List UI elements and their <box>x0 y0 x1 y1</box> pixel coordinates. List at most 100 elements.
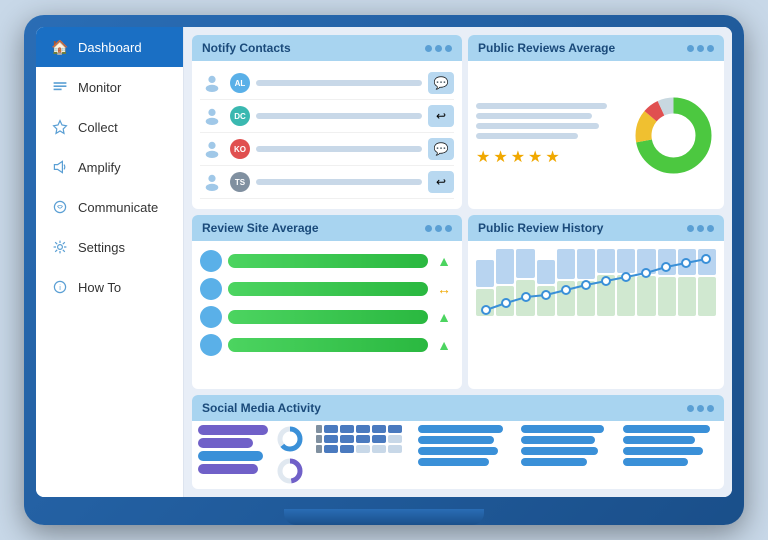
contact-row: AL 💬 <box>200 67 454 100</box>
grid-label <box>316 425 322 433</box>
badge-ts: TS <box>230 172 250 192</box>
reviews-left: ★ ★ ★ ★ ★ <box>476 103 621 167</box>
review-site-avg-card: Review Site Average ▲ <box>192 215 462 389</box>
grid-row <box>316 435 402 443</box>
dot <box>687 405 694 412</box>
screen: 🏠 Dashboard Monitor Collect Amplify <box>36 27 732 497</box>
bar-row-1: ▲ <box>200 247 454 275</box>
star-2: ★ <box>493 147 507 167</box>
soc-lines-col3 <box>623 425 718 466</box>
soc-line <box>623 458 687 466</box>
badge-al: AL <box>230 73 250 93</box>
notify-contacts-card: Notify Contacts AL <box>192 35 462 209</box>
grid-cell <box>324 435 338 443</box>
dot <box>435 225 442 232</box>
communicate-icon <box>50 197 70 217</box>
social-media-body <box>192 421 724 489</box>
review-site-avg-body: ▲ ↔ ▲ <box>192 241 462 389</box>
public-review-history-header: Public Review History <box>468 215 724 241</box>
soc-line <box>623 447 703 455</box>
soc-line <box>418 447 498 455</box>
contact-action-al[interactable]: 💬 <box>428 72 454 94</box>
trend-up-icon-2: ▲ <box>434 307 454 327</box>
sidebar-item-howto[interactable]: i How To <box>36 267 183 307</box>
trend-up-icon-3: ▲ <box>434 335 454 355</box>
dot <box>425 225 432 232</box>
grid-cell <box>388 445 402 453</box>
grid-row <box>316 445 402 453</box>
review-line <box>476 123 599 129</box>
contact-action-ko[interactable]: 💬 <box>428 138 454 160</box>
soc-bar <box>198 438 253 448</box>
grid-line-label <box>316 425 322 433</box>
info-icon: i <box>50 277 70 297</box>
avatar-ts <box>200 170 224 194</box>
small-donut-2 <box>276 457 304 485</box>
soc-line <box>521 447 599 455</box>
notify-dots <box>425 45 452 52</box>
bar-circle <box>200 306 222 328</box>
grid-cells <box>324 425 402 433</box>
review-line <box>476 133 578 139</box>
avatar-dc <box>200 104 224 128</box>
avatar-ko <box>200 137 224 161</box>
grid-cell <box>388 425 402 433</box>
donut-chart <box>631 93 716 178</box>
notify-contacts-header: Notify Contacts <box>192 35 462 61</box>
avatar-al <box>200 71 224 95</box>
dot <box>697 225 704 232</box>
laptop-base <box>284 509 484 525</box>
soc-bar <box>198 451 263 461</box>
monitor-icon <box>50 77 70 97</box>
dot <box>707 45 714 52</box>
grid-label <box>316 435 322 443</box>
contact-line <box>256 80 422 86</box>
soc-line <box>418 425 503 433</box>
contact-row: KO 💬 <box>200 133 454 166</box>
review-line <box>476 103 607 109</box>
sidebar-item-collect[interactable]: Collect <box>36 107 183 147</box>
grid-cells <box>324 445 402 453</box>
grid-cell <box>356 435 370 443</box>
dot <box>445 45 452 52</box>
grid-cell <box>324 425 338 433</box>
dot <box>435 45 442 52</box>
sidebar: 🏠 Dashboard Monitor Collect Amplify <box>36 27 184 497</box>
star-4: ★ <box>528 147 542 167</box>
soc-line <box>623 436 695 444</box>
social-col-donuts <box>276 425 304 485</box>
sidebar-item-dashboard[interactable]: 🏠 Dashboard <box>36 27 183 67</box>
public-reviews-card: Public Reviews Average <box>468 35 724 209</box>
dot <box>425 45 432 52</box>
contact-action-ts[interactable]: ↩ <box>428 171 454 193</box>
sidebar-item-monitor[interactable]: Monitor <box>36 67 183 107</box>
sidebar-item-communicate[interactable]: Communicate <box>36 187 183 227</box>
contact-action-dc[interactable]: ↩ <box>428 105 454 127</box>
soc-line <box>418 458 489 466</box>
grid-cell <box>356 425 370 433</box>
sidebar-item-amplify[interactable]: Amplify <box>36 147 183 187</box>
grid-cell <box>340 425 354 433</box>
review-site-avg-header: Review Site Average <box>192 215 462 241</box>
middle-row: Review Site Average ▲ <box>192 215 724 389</box>
soc-line <box>623 425 710 433</box>
contact-line <box>256 146 422 152</box>
collect-icon <box>50 117 70 137</box>
badge-dc: DC <box>230 106 250 126</box>
public-reviews-header: Public Reviews Average <box>468 35 724 61</box>
star-3: ★ <box>511 147 525 167</box>
grid-cell <box>372 435 386 443</box>
dot <box>707 405 714 412</box>
social-dots <box>687 405 714 412</box>
settings-icon <box>50 237 70 257</box>
avg-dots <box>425 225 452 232</box>
soc-lines-col1 <box>418 425 513 466</box>
badge-ko: KO <box>230 139 250 159</box>
contact-line <box>256 113 422 119</box>
bar-circle <box>200 250 222 272</box>
contact-row: TS ↩ <box>200 166 454 199</box>
laptop-frame: 🏠 Dashboard Monitor Collect Amplify <box>24 15 744 525</box>
grid-cell <box>372 425 386 433</box>
sidebar-item-settings[interactable]: Settings <box>36 227 183 267</box>
home-icon: 🏠 <box>50 37 70 57</box>
